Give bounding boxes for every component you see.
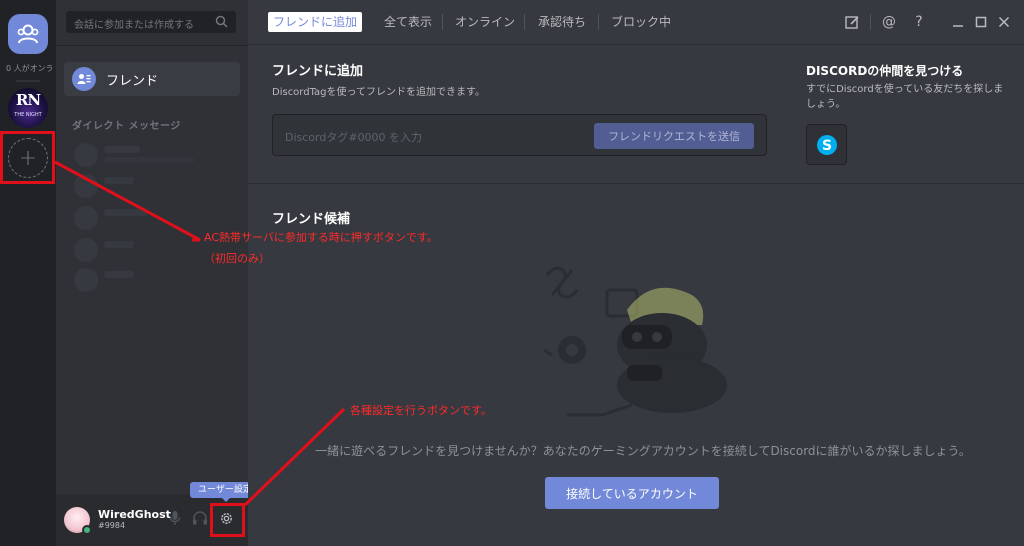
tab-online[interactable]: オンライン (455, 12, 515, 32)
tab-separator (442, 14, 443, 30)
connected-accounts-button[interactable]: 接続しているアカウント (545, 477, 719, 509)
online-status-dot (82, 525, 92, 535)
tab-blocked[interactable]: ブロック中 (611, 12, 671, 32)
sidebar-item-friends[interactable]: フレンド (64, 62, 240, 96)
friends-icon (17, 24, 39, 44)
skype-icon: S (816, 134, 837, 155)
user-tag: #9984 (98, 521, 126, 530)
friends-tabbar: フレンドに追加 全て表示 オンライン 承認待ち ブロック中 @ ? (248, 0, 1024, 45)
sidebar-divider (56, 45, 248, 46)
dm-placeholder (74, 268, 224, 292)
discord-tag-input[interactable]: Discordタグ#0000 を入力 フレンドリクエストを送信 (272, 114, 767, 156)
tab-add-friend[interactable]: フレンドに追加 (268, 12, 363, 32)
mute-button[interactable] (163, 506, 187, 530)
annotation-box-settings (210, 503, 245, 537)
find-friends-title: DISCORDの仲間を見つける (806, 64, 964, 78)
add-friend-subtitle: DiscordTagを使ってフレンドを追加できます。 (272, 87, 486, 98)
tab-separator (524, 14, 525, 30)
annotation-add-server-text: AC熱帯サーバに参加する時に押すボタンです。 (204, 231, 438, 244)
send-friend-request-button[interactable]: フレンドリクエストを送信 (594, 123, 754, 149)
server-icon[interactable]: RN THE NIGHT (8, 88, 48, 128)
dm-placeholder (74, 143, 224, 167)
conversation-search[interactable]: 会話に参加または作成する (66, 11, 236, 33)
username: WiredGhost (98, 508, 171, 521)
dm-sidebar: 会話に参加または作成する フレンド ダイレクト メッセージ (56, 0, 248, 546)
annotation-add-server-subtext: （初回のみ） (204, 252, 270, 265)
online-count: 0 人がオンライン (6, 64, 52, 73)
close-icon[interactable] (995, 13, 1013, 31)
dm-section-header: ダイレクト メッセージ (72, 121, 181, 132)
toolbar-separator (870, 14, 871, 30)
dm-placeholder (74, 174, 224, 198)
tab-all[interactable]: 全て表示 (384, 12, 432, 32)
rail-divider (16, 80, 40, 82)
deafen-button[interactable] (188, 506, 212, 530)
main-panel: フレンドに追加 全て表示 オンライン 承認待ち ブロック中 @ ? フレンドに追… (248, 0, 1024, 546)
help-icon[interactable]: ? (910, 13, 928, 31)
search-placeholder: 会話に参加または作成する (74, 20, 194, 31)
dm-placeholder (74, 238, 224, 262)
server-rail: 0 人がオンライン RN THE NIGHT + (0, 0, 56, 546)
new-group-dm-icon[interactable] (843, 13, 861, 31)
empty-state-illustration (543, 266, 727, 417)
mentions-icon[interactable]: @ (880, 13, 898, 31)
svg-text:S: S (821, 138, 831, 154)
annotation-box-add-server (0, 131, 55, 184)
suggestions-empty-text: 一緒に遊べるフレンドを見つけませんか？あなたのゲーミングアカウントを接続してDi… (315, 444, 971, 458)
search-icon (215, 15, 228, 28)
annotation-settings-text: 各種設定を行うボタンです。 (350, 404, 492, 417)
add-friend-title: フレンドに追加 (272, 64, 364, 79)
server-subtitle: THE NIGHT (14, 112, 42, 118)
dm-placeholder (74, 206, 224, 230)
server-abbr: RN (15, 91, 41, 109)
home-button[interactable] (8, 14, 48, 54)
microphone-icon (169, 511, 181, 525)
skype-connect-button[interactable]: S (806, 124, 847, 165)
headphones-icon (193, 511, 207, 525)
maximize-icon[interactable] (972, 13, 990, 31)
tab-separator (598, 14, 599, 30)
minimize-icon[interactable] (949, 13, 967, 31)
friend-suggestions-title: フレンド候補 (272, 212, 351, 227)
find-friends-subtitle: すでにDiscordを使っている友だちを探しましょう。 (806, 84, 1004, 110)
tab-pending[interactable]: 承認待ち (538, 12, 586, 32)
discord-tag-placeholder: Discordタグ#0000 を入力 (285, 131, 423, 144)
friends-nav-label: フレンド (106, 73, 159, 89)
section-divider (248, 183, 1024, 184)
friends-nav-icon (72, 67, 96, 91)
